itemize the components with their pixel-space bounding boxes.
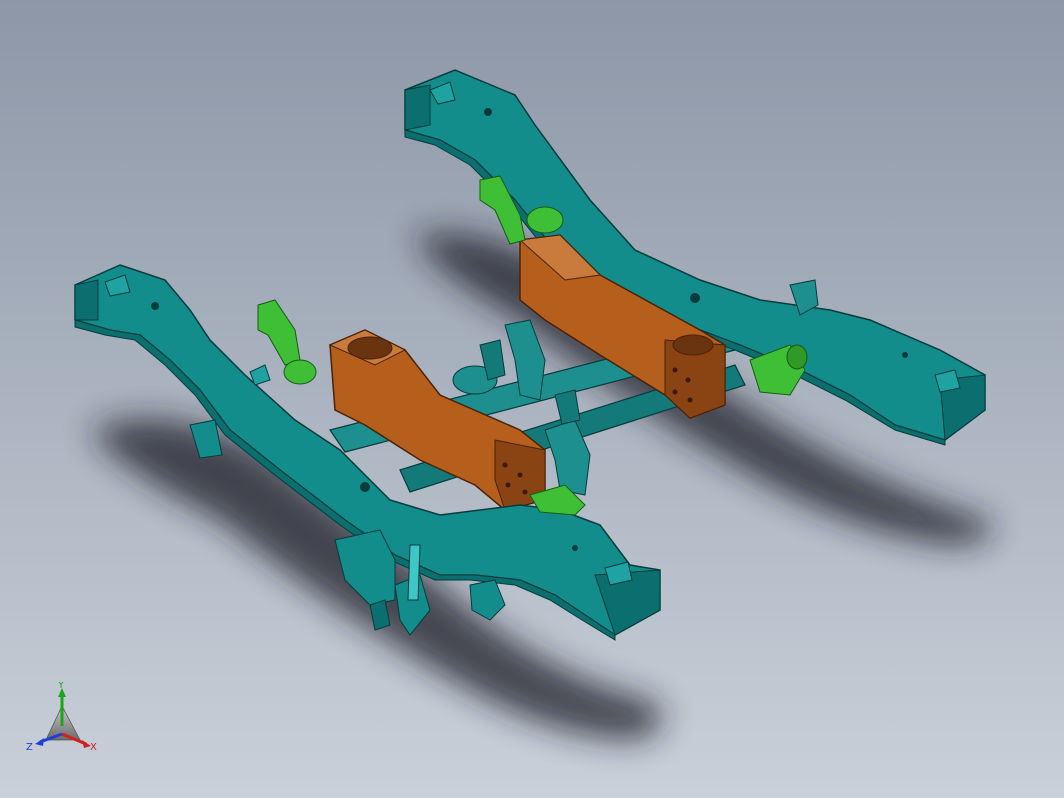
graphics-viewport[interactable]: Y X Z xyxy=(0,0,1064,798)
y-axis-label: Y xyxy=(57,682,65,691)
bogie-frame-model[interactable] xyxy=(0,0,1064,798)
z-axis-label: Z xyxy=(26,742,33,753)
coordinate-triad[interactable]: Y X Z xyxy=(24,682,114,762)
z-arrow-icon xyxy=(35,738,44,746)
x-axis-label: X xyxy=(90,742,97,753)
